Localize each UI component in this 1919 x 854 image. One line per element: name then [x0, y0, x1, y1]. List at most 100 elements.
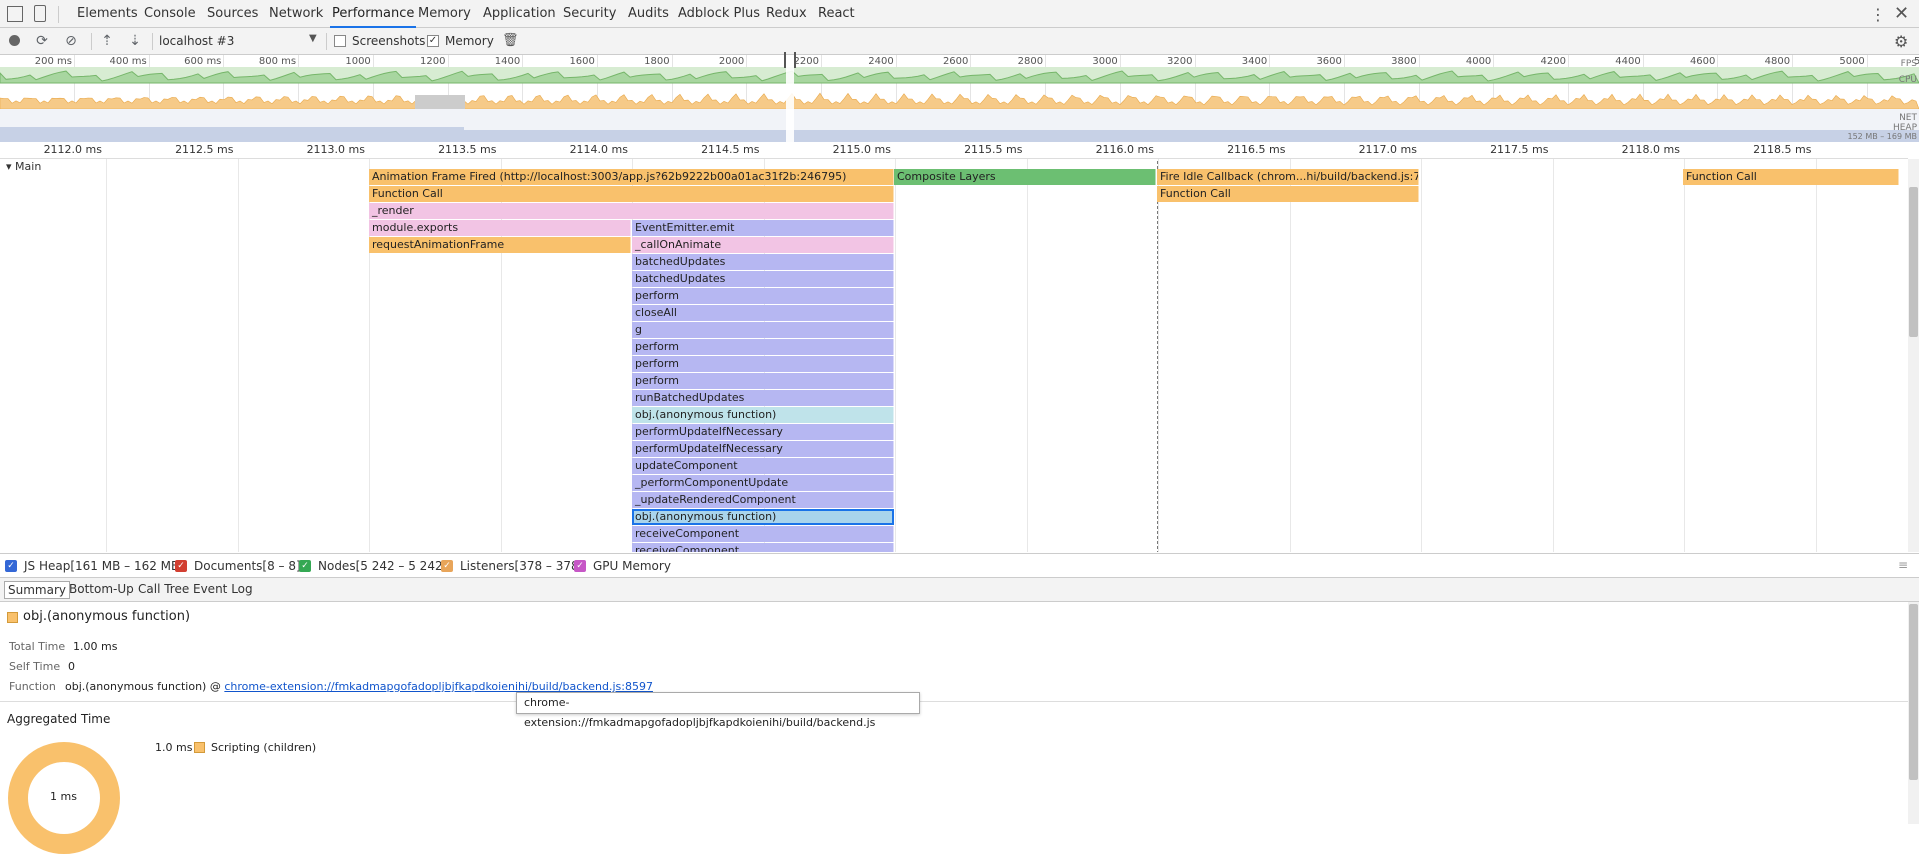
memory-checkbox[interactable]: ✓ — [427, 35, 439, 47]
ruler-gridline — [1290, 159, 1291, 552]
tab-console[interactable]: Console — [142, 0, 198, 28]
tab-elements[interactable]: Elements — [75, 0, 140, 28]
details-scrollbar[interactable] — [1908, 602, 1919, 824]
more-options-icon[interactable]: ⋮ — [1870, 5, 1886, 24]
gpu-memory-checkbox[interactable]: ✓ — [574, 560, 586, 572]
timeline-overview[interactable]: 200 ms400 ms600 ms800 ms1000 ms1200 ms14… — [0, 55, 1919, 142]
profile-select[interactable]: localhost #3 — [159, 34, 234, 48]
flame-frame-left[interactable]: _render — [369, 203, 894, 219]
overview-tick-label: 800 ms — [258, 56, 296, 67]
total-time-label: Total Time — [9, 640, 65, 653]
tab-network[interactable]: Network — [267, 0, 325, 28]
flame-frame-right[interactable]: receiveComponent — [632, 526, 894, 542]
gpu-memory-counter: GPU Memory — [593, 559, 671, 573]
tab-bottom-up[interactable]: Bottom-Up — [66, 581, 137, 597]
function-prefix: obj.(anonymous function) @ — [65, 680, 224, 693]
fire-idle-callback[interactable]: Fire Idle Callback (chrom...hi/build/bac… — [1157, 169, 1419, 185]
flame-frame-right[interactable]: perform — [632, 373, 894, 389]
load-profile-icon[interactable]: ⇡ — [98, 32, 116, 50]
flame-frame-right[interactable]: _performComponentUpdate — [632, 475, 894, 491]
function-call-right[interactable]: Function Call — [1683, 169, 1899, 185]
time-ruler: 2112.0 ms2112.5 ms2113.0 ms2113.5 ms2114… — [0, 142, 1908, 159]
ruler-gridline — [1553, 159, 1554, 552]
overview-selection-handle[interactable] — [784, 52, 796, 68]
flame-frame-right[interactable]: perform — [632, 288, 894, 304]
tab-adblock-plus[interactable]: Adblock Plus — [676, 0, 762, 28]
flame-frame-right[interactable]: closeAll — [632, 305, 894, 321]
heap-range: 152 MB – 169 MB — [1848, 132, 1918, 141]
gear-icon[interactable]: ⚙ — [1894, 32, 1908, 51]
flame-frame-right[interactable]: obj.(anonymous function) — [632, 407, 894, 423]
inspect-icon[interactable] — [7, 6, 23, 22]
reload-record-icon[interactable]: ⟳ — [33, 32, 51, 50]
flame-chart[interactable]: ▾ Main Animation Frame Fired (http://loc… — [0, 159, 1908, 552]
function-call-idle[interactable]: Function Call — [1157, 186, 1419, 202]
link-tooltip: chrome-extension://fmkadmapgofadopljbjfk… — [516, 692, 920, 714]
aggregated-label: Scripting (children) — [211, 741, 316, 754]
ruler-tick-label: 2113.0 ms — [285, 143, 365, 156]
flame-frame-right[interactable]: updateComponent — [632, 458, 894, 474]
ruler-tick-label: 2118.0 ms — [1600, 143, 1680, 156]
tab-audits[interactable]: Audits — [626, 0, 671, 28]
selected-flame-frame[interactable]: obj.(anonymous function) — [632, 509, 894, 525]
nodes-checkbox[interactable]: ✓ — [299, 560, 311, 572]
flame-frame-right[interactable]: receiveComponent — [632, 543, 894, 552]
tab-sources[interactable]: Sources — [205, 0, 260, 28]
flame-frame-right[interactable]: _updateRenderedComponent — [632, 492, 894, 508]
flame-frame-right[interactable]: _callOnAnimate — [632, 237, 894, 253]
documents-checkbox[interactable]: ✓ — [175, 560, 187, 572]
record-icon[interactable] — [5, 32, 23, 50]
summary-panel: obj.(anonymous function) Total Time 1.00… — [0, 602, 1908, 824]
clear-icon[interactable]: ⊘ — [62, 32, 80, 50]
ruler-gridline — [238, 159, 239, 552]
flame-frame-right[interactable]: runBatchedUpdates — [632, 390, 894, 406]
tab-summary[interactable]: Summary — [4, 581, 70, 599]
aggregated-value: 1.0 ms — [155, 741, 192, 754]
ruler-gridline — [106, 159, 107, 552]
aggregated-time-title: Aggregated Time — [7, 712, 110, 726]
resize-handle-icon[interactable]: ≡ — [1898, 558, 1908, 572]
ruler-tick-label: 2114.5 ms — [680, 143, 760, 156]
device-toggle-icon[interactable] — [34, 5, 46, 22]
save-profile-icon[interactable]: ⇣ — [126, 32, 144, 50]
ruler-tick-label: 2115.0 ms — [811, 143, 891, 156]
performance-toolbar: ⟳ ⊘ ⇡ ⇣ localhost #3 ▼ Screenshots ✓ Mem… — [0, 28, 1919, 55]
composite-layers[interactable]: Composite Layers — [894, 169, 1156, 185]
ruler-gridline — [895, 159, 896, 552]
js-heap-checkbox[interactable]: ✓ — [5, 560, 17, 572]
chevron-down-icon[interactable]: ▼ — [309, 33, 317, 44]
tab-security[interactable]: Security — [561, 0, 618, 28]
tab-call-tree[interactable]: Call Tree — [135, 581, 192, 597]
flame-frame-left[interactable]: Function Call — [369, 186, 894, 202]
flame-frame-right[interactable]: perform — [632, 356, 894, 372]
flame-frame-right[interactable]: performUpdateIfNecessary — [632, 441, 894, 457]
main-track-header[interactable]: ▾ Main — [6, 160, 41, 173]
flame-frame-right[interactable]: batchedUpdates — [632, 254, 894, 270]
flame-frame-right[interactable]: perform — [632, 339, 894, 355]
ruler-tick-label: 2112.0 ms — [22, 143, 102, 156]
screenshots-checkbox[interactable] — [334, 35, 346, 47]
collect-garbage-icon[interactable]: 🗑 — [502, 33, 519, 48]
tab-performance[interactable]: Performance — [330, 0, 416, 28]
ruler-gridline — [1158, 159, 1159, 552]
flame-scrollbar[interactable] — [1908, 159, 1919, 552]
flame-frame-right[interactable]: EventEmitter.emit — [632, 220, 894, 236]
flame-frame-left[interactable]: requestAnimationFrame — [369, 237, 631, 253]
tab-react[interactable]: React — [816, 0, 857, 28]
self-time-value: 0 — [68, 660, 75, 673]
tab-redux[interactable]: Redux — [764, 0, 809, 28]
flame-frame-left[interactable]: module.exports — [369, 220, 631, 236]
ruler-tick-label: 2116.0 ms — [1074, 143, 1154, 156]
animation-frame-fired[interactable]: Animation Frame Fired (http://localhost:… — [369, 169, 894, 185]
tab-memory[interactable]: Memory — [416, 0, 473, 28]
flame-frame-right[interactable]: g — [632, 322, 894, 338]
ruler-tick-label: 2113.5 ms — [417, 143, 497, 156]
ruler-gridline — [1421, 159, 1422, 552]
close-icon[interactable]: ✕ — [1894, 3, 1909, 24]
tab-application[interactable]: Application — [481, 0, 558, 28]
flame-frame-right[interactable]: batchedUpdates — [632, 271, 894, 287]
flame-frame-right[interactable]: performUpdateIfNecessary — [632, 424, 894, 440]
tab-event-log[interactable]: Event Log — [190, 581, 256, 597]
overview-graphs — [0, 67, 1919, 142]
listeners-checkbox[interactable]: ✓ — [441, 560, 453, 572]
